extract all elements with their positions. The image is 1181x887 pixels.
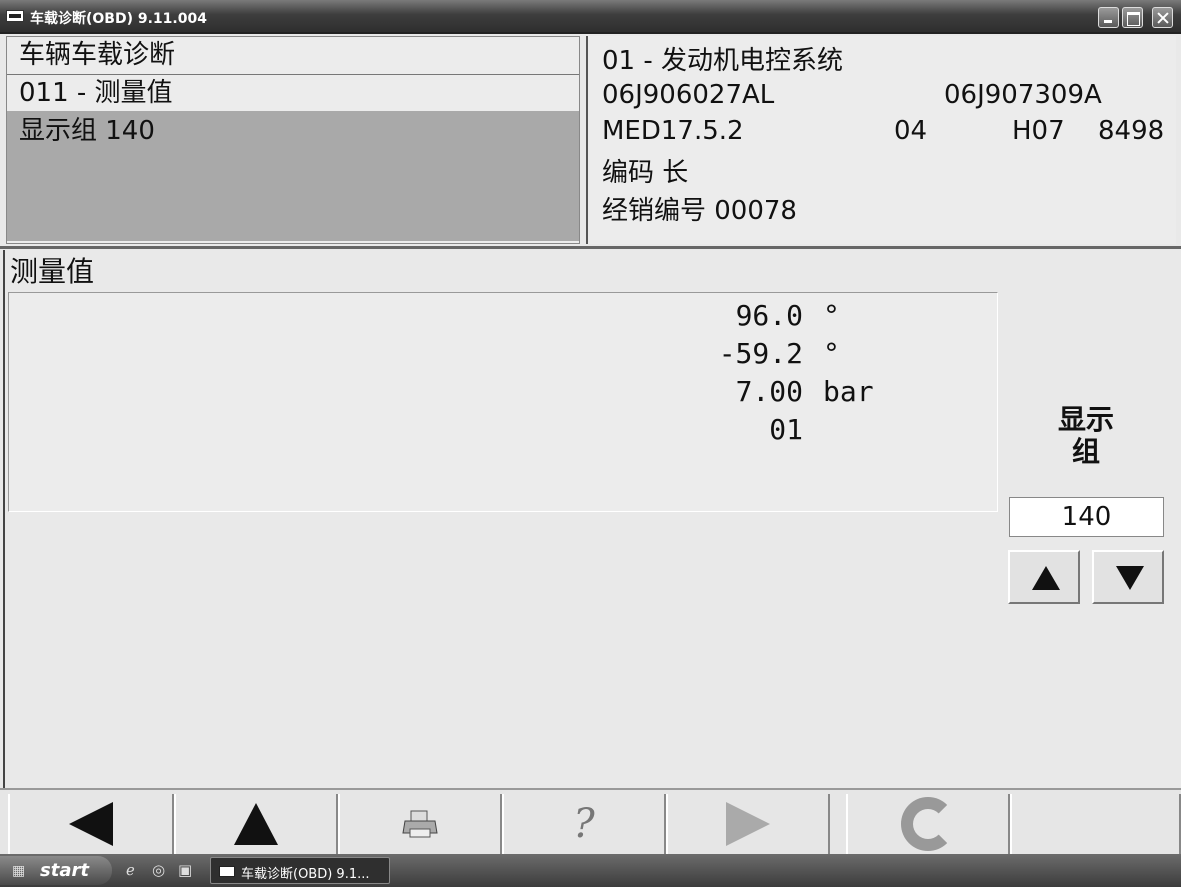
ecu-version: H07 <box>1012 116 1065 146</box>
app-icon <box>6 10 24 22</box>
ecu-number: 04 <box>894 116 928 146</box>
section-title: 测量值 <box>10 255 95 288</box>
path-level-2: 011 - 测量值 <box>19 78 173 108</box>
display-group-label: 显示 组 <box>1010 404 1162 468</box>
os-taskbar: ▦ start ℯ ◎ ▣ 车载诊断(OBD) 9.1... <box>0 854 1181 887</box>
arrow-up-icon <box>1032 566 1060 590</box>
measurement-value: -59.2 <box>718 337 803 370</box>
measurement-row: 01 <box>9 413 999 449</box>
taskbar-app-button[interactable]: 车载诊断(OBD) 9.1... <box>210 857 390 884</box>
measurement-value: 01 <box>769 413 803 446</box>
path-level-3-selected: 显示组 140 <box>7 111 579 241</box>
dealer-number: 经销编号 00078 <box>602 196 797 226</box>
forward-icon <box>726 802 770 846</box>
refresh-button[interactable] <box>846 794 1010 854</box>
navigation-path-panel: 车辆车载诊断 011 - 测量值 显示组 140 <box>6 36 580 244</box>
bottom-toolbar: ? <box>0 788 1181 854</box>
measurement-value: 7.00 <box>735 375 803 408</box>
group-up-button[interactable] <box>1008 550 1080 604</box>
maximize-button[interactable] <box>1122 7 1143 28</box>
help-icon: ? <box>573 801 595 847</box>
quicklaunch-icon-2[interactable]: ▣ <box>178 861 192 879</box>
minimize-button[interactable] <box>1098 7 1119 28</box>
browser-icon[interactable]: ℯ <box>126 861 135 879</box>
back-button[interactable] <box>8 794 174 854</box>
coding-label: 编码 长 <box>602 158 689 188</box>
ecu-code: 8498 <box>1098 116 1165 146</box>
ecu-name: MED17.5.2 <box>602 116 744 146</box>
close-button[interactable] <box>1152 7 1173 28</box>
arrow-down-icon <box>1116 566 1144 590</box>
quicklaunch-icon[interactable]: ◎ <box>152 861 165 879</box>
control-unit-info-panel: 01 - 发动机电控系统 06J906027AL 06J907309A MED1… <box>586 36 1176 244</box>
forward-button[interactable] <box>666 794 830 854</box>
path-level-1: 车辆车载诊断 <box>7 37 579 75</box>
printer-icon <box>402 810 438 838</box>
group-down-button[interactable] <box>1092 550 1164 604</box>
measurement-row: 96.0 ° <box>9 299 999 335</box>
back-icon <box>69 802 113 846</box>
part-number-1: 06J906027AL <box>602 80 775 110</box>
refresh-icon <box>901 797 955 851</box>
measurement-unit: bar <box>823 375 874 408</box>
display-group-label-line2: 组 <box>1071 435 1100 468</box>
measurement-value: 96.0 <box>735 299 803 332</box>
measurement-row: -59.2 ° <box>9 337 999 373</box>
window-title: 车载诊断(OBD) 9.11.004 <box>30 11 207 27</box>
start-label: start <box>40 860 89 881</box>
window-left-border <box>3 250 5 788</box>
print-button[interactable] <box>338 794 502 854</box>
windows-flag-icon: ▦ <box>12 863 26 879</box>
measurement-unit: ° <box>823 337 840 370</box>
taskbar-app-label: 车载诊断(OBD) 9.1... <box>241 867 370 882</box>
header-separator <box>0 246 1181 249</box>
title-bar: 车载诊断(OBD) 9.11.004 <box>0 0 1181 34</box>
part-number-2: 06J907309A <box>944 80 1102 110</box>
help-button[interactable]: ? <box>502 794 666 854</box>
up-button[interactable] <box>174 794 338 854</box>
display-group-label-line1: 显示 <box>1057 403 1114 436</box>
measurement-values-box: 96.0 ° -59.2 ° 7.00 bar 01 <box>8 292 998 512</box>
measurement-unit: ° <box>823 299 840 332</box>
start-button[interactable]: ▦ start <box>0 856 112 885</box>
app-icon <box>219 866 235 877</box>
up-icon <box>234 803 278 845</box>
system-name: 01 - 发动机电控系统 <box>602 46 843 76</box>
toolbar-empty-slot <box>1010 794 1181 854</box>
measurement-row: 7.00 bar <box>9 375 999 411</box>
display-group-input[interactable]: 140 <box>1009 497 1164 537</box>
